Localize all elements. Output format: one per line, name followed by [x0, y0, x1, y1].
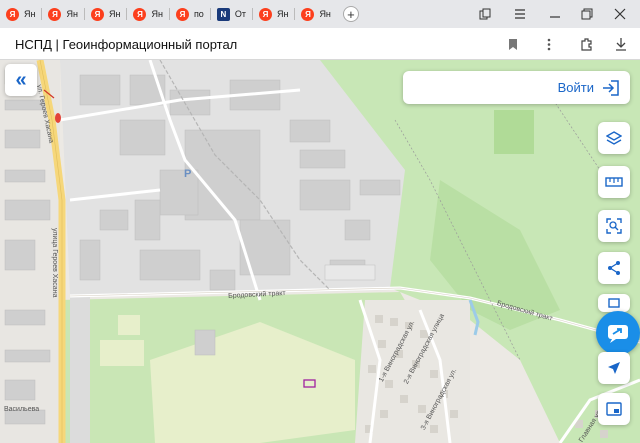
tab-label: От: [234, 9, 246, 19]
download-icon[interactable]: [612, 35, 630, 53]
feedback-fab-button[interactable]: [596, 311, 640, 355]
nspd-icon: N: [216, 7, 230, 21]
minimap-button[interactable]: [598, 393, 630, 425]
collections-icon[interactable]: [470, 4, 500, 24]
area-select-icon: [606, 218, 622, 234]
yandex-icon: Я: [258, 7, 272, 21]
tab-label: Ян: [276, 9, 289, 19]
login-label: Войти: [557, 80, 594, 95]
forest-clearing: [494, 110, 534, 154]
minimap-icon: [606, 402, 622, 416]
street-label: улица Героев Хасана: [51, 228, 58, 298]
bookmark-icon[interactable]: [504, 35, 522, 53]
browser-tab[interactable]: Я Ян: [42, 3, 83, 25]
print-icon: [608, 298, 620, 308]
print-button[interactable]: [598, 294, 630, 312]
extensions-icon[interactable]: [578, 35, 596, 53]
map-canvas[interactable]: ул. Героев Хасана улица Героев Хасана Бр…: [0, 60, 640, 443]
locate-me-button[interactable]: [598, 352, 630, 384]
tab-label: Ян: [108, 9, 121, 19]
login-button[interactable]: Войти: [403, 71, 630, 104]
close-window-icon[interactable]: [605, 4, 635, 24]
browser-tab[interactable]: Я Ян: [295, 3, 336, 25]
yandex-icon: Я: [175, 7, 189, 21]
browser-tab[interactable]: N От: [211, 3, 252, 25]
browser-tab[interactable]: Я Ян: [127, 3, 168, 25]
layers-icon: [606, 131, 622, 145]
collapse-panel-button[interactable]: «: [5, 64, 37, 96]
area-select-button[interactable]: [598, 210, 630, 242]
share-icon: [608, 261, 620, 275]
browser-tab[interactable]: Я Ян: [0, 3, 41, 25]
tab-label: Ян: [319, 9, 331, 19]
tab-label: Ян: [24, 9, 36, 19]
restore-icon[interactable]: [572, 4, 602, 24]
browser-tab[interactable]: Япо: [170, 3, 210, 25]
yandex-icon: Я: [133, 7, 147, 21]
menu-icon[interactable]: [505, 4, 535, 24]
browser-tab[interactable]: Я Ян: [85, 3, 126, 25]
feedback-icon: [608, 325, 628, 343]
share-button[interactable]: [598, 252, 630, 284]
layers-button[interactable]: [598, 122, 630, 154]
page-title[interactable]: НСПД | Геоинформационный портал: [15, 37, 237, 52]
yandex-icon: Я: [301, 7, 315, 21]
yandex-icon: Я: [48, 7, 62, 21]
ruler-icon: [605, 177, 623, 187]
street-label: Васильева: [4, 406, 40, 413]
browser-tab[interactable]: Я Ян: [253, 3, 294, 25]
tab-label: по: [193, 9, 204, 19]
minimize-icon[interactable]: [540, 4, 570, 24]
red-marker: [55, 113, 61, 123]
ruler-button[interactable]: [598, 166, 630, 198]
tab-label: Ян: [66, 9, 78, 19]
address-bar: НСПД | Геоинформационный портал: [0, 28, 640, 60]
tab-label: Ян: [151, 9, 163, 19]
navigation-arrow-icon: [608, 362, 620, 374]
double-chevron-left-icon: «: [15, 68, 27, 91]
more-options-icon[interactable]: [540, 35, 558, 53]
login-icon: [603, 79, 619, 96]
map-layer: [0, 60, 640, 443]
new-tab-button[interactable]: +: [342, 6, 359, 22]
yandex-icon: Я: [6, 7, 19, 21]
yandex-icon: Я: [90, 7, 104, 21]
parking-marker: P: [184, 168, 192, 180]
